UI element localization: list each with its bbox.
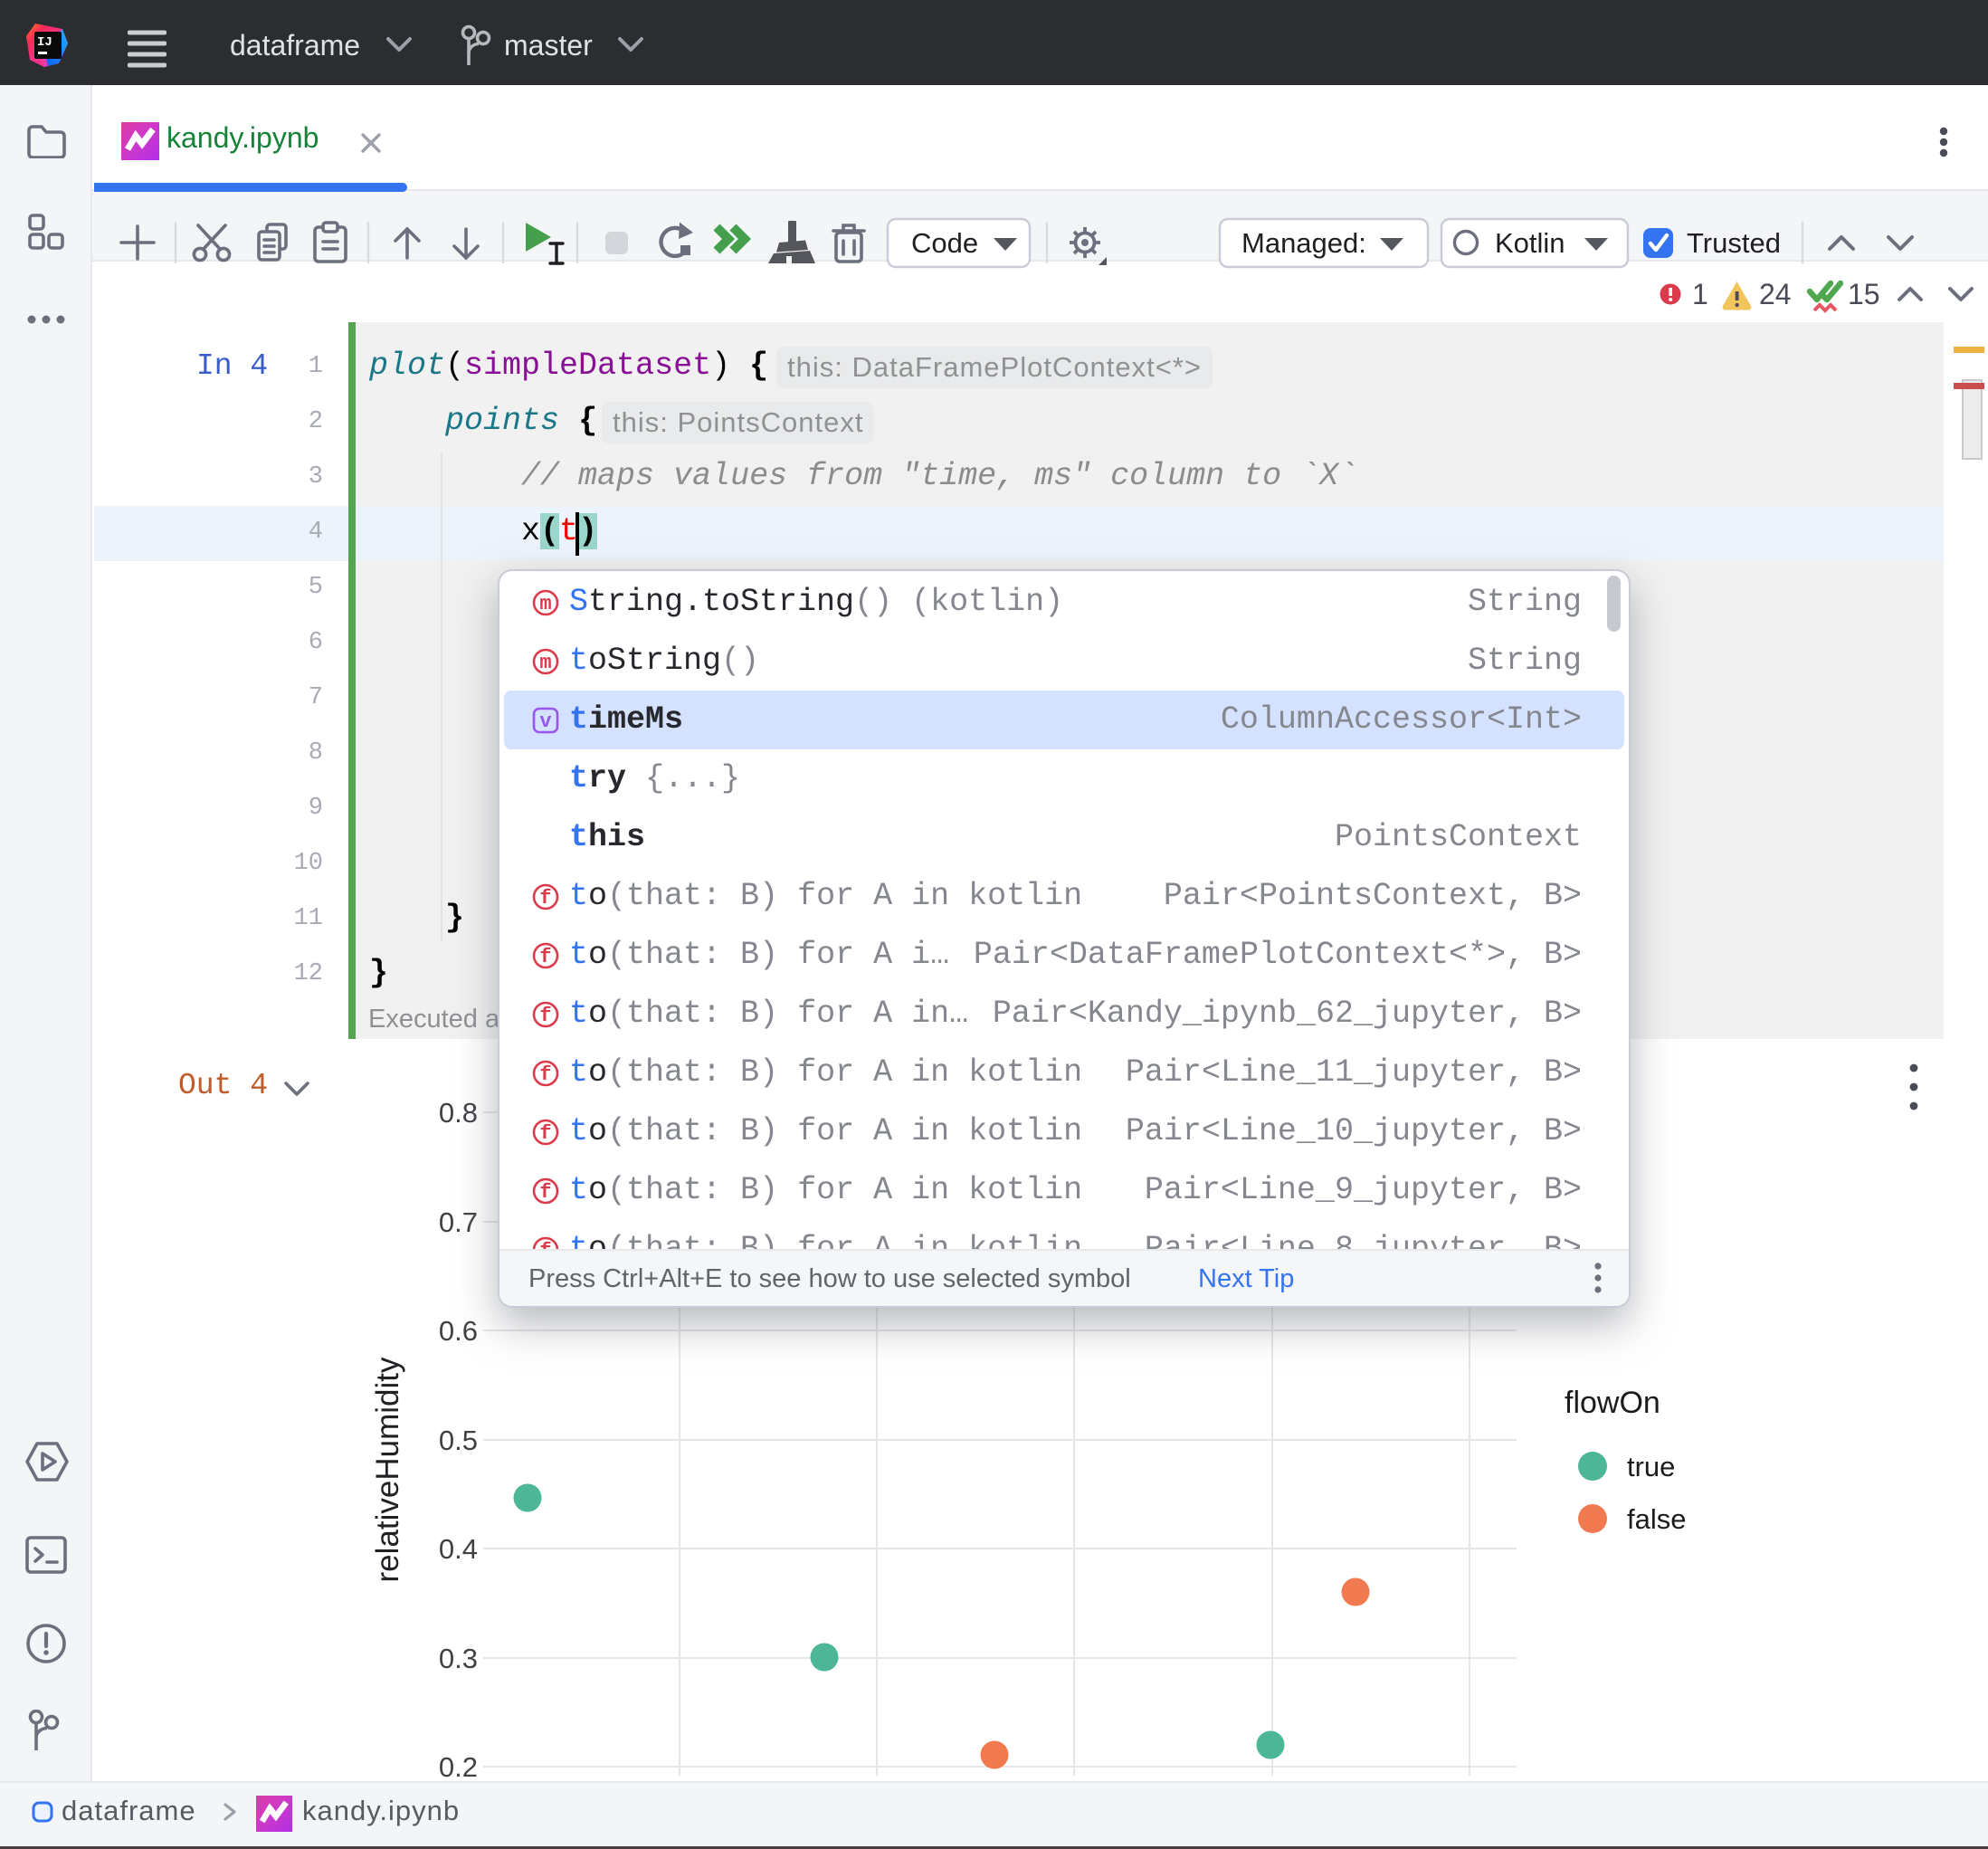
svg-text:true: true	[1627, 1451, 1675, 1482]
svg-text:0.2: 0.2	[439, 1751, 478, 1783]
svg-text:f: f	[539, 887, 551, 910]
svg-text:relativeHumidity: relativeHumidity	[370, 1357, 405, 1582]
svg-text:f: f	[539, 946, 551, 968]
svg-text:f: f	[539, 1122, 551, 1145]
svg-text:0.5: 0.5	[439, 1425, 478, 1456]
svg-text:m: m	[539, 652, 551, 674]
svg-text:0.3: 0.3	[439, 1643, 478, 1674]
svg-text:0.4: 0.4	[439, 1533, 478, 1565]
svg-text:v: v	[539, 710, 551, 733]
svg-text:flowOn: flowOn	[1565, 1386, 1660, 1420]
svg-text:f: f	[539, 1063, 551, 1086]
svg-text:m: m	[539, 593, 551, 615]
svg-text:0.6: 0.6	[439, 1315, 478, 1347]
svg-text:false: false	[1627, 1503, 1686, 1535]
svg-text:f: f	[539, 1005, 551, 1027]
svg-text:0.8: 0.8	[439, 1097, 478, 1129]
svg-text:f: f	[539, 1181, 551, 1204]
svg-text:0.7: 0.7	[439, 1206, 478, 1238]
